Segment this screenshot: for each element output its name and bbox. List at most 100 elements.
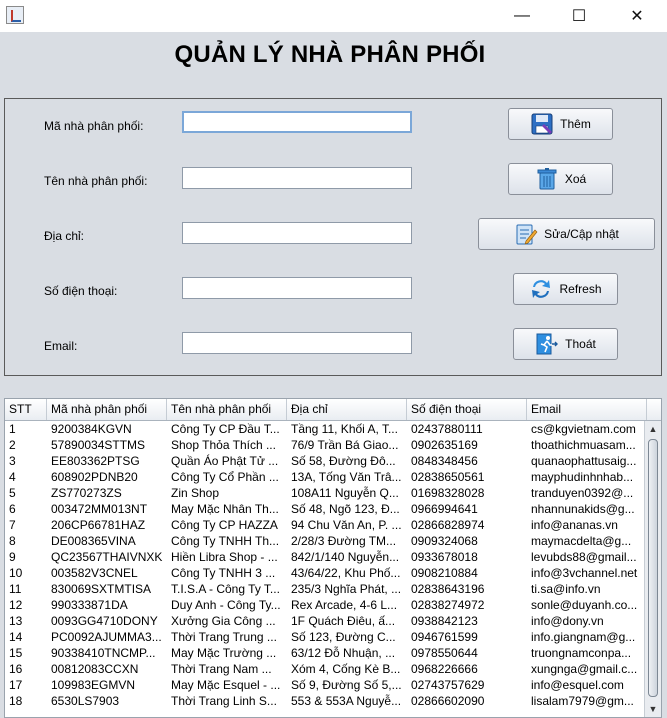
cell-email: tranduyen0392@... (531, 486, 634, 500)
sdt-label: Số điện thoại: (44, 284, 118, 298)
cell-stt: 6 (9, 502, 16, 516)
cell-sdt: 0968226666 (411, 662, 478, 676)
table-row[interactable]: 8 DE008365VINA Công Ty TNHH Th... 2/28/3 Đư… (5, 533, 645, 549)
table-row[interactable]: 18 6530LS7903 Thời Trang Linh S... 553 & 55… (5, 693, 645, 709)
table-row[interactable]: 11 830069SXTMTISA T.I.S.A - Công Ty T... 23… (5, 581, 645, 597)
cell-email: mayphudinhnhab... (531, 470, 634, 484)
cell-email: info@3vchannel.net (531, 566, 638, 580)
cell-email: xungnga@gmail.c... (531, 662, 638, 676)
cell-ten: T.I.S.A - Công Ty T... (171, 582, 280, 596)
table-row[interactable]: 14 PC0092AJUMMA3... Thời Trang Trung ... Số… (5, 629, 645, 645)
cell-ma: EE803362PTSG (51, 454, 140, 468)
column-header-email[interactable]: Email (527, 399, 647, 420)
scroll-up-icon[interactable]: ▲ (646, 422, 660, 436)
cell-diachi: 235/3 Nghĩa Phát, ... (291, 582, 402, 596)
cell-email: sonle@duyanh.co... (531, 598, 638, 612)
diachi-input[interactable] (182, 222, 412, 244)
table-row[interactable]: 7 206CP66781HAZ Công Ty CP HAZZA 94 Chu Văn… (5, 517, 645, 533)
email-input[interactable] (182, 332, 412, 354)
cell-ma: 0093GG4710DONY (51, 614, 158, 628)
column-header-stt[interactable]: STT (5, 399, 47, 420)
cell-ten: May Mặc Nhân Th... (171, 502, 279, 516)
sdt-input[interactable] (182, 277, 412, 299)
cell-email: maymacdelta@g... (531, 534, 632, 548)
refresh-button[interactable]: Refresh (513, 273, 618, 305)
table-row[interactable]: 9 QC23567THAIVNXK Hiền Libra Shop - ... 842… (5, 549, 645, 565)
vertical-scrollbar[interactable]: ▲ ▼ (644, 421, 661, 717)
cell-ten: Quần Áo Phật Tử ... (171, 454, 279, 468)
cell-diachi: Số 48, Ngõ 123, Đ... (291, 502, 400, 516)
diachi-label: Địa chỉ: (44, 229, 85, 243)
exit-button[interactable]: Thoát (513, 328, 618, 360)
cell-sdt: 0946761599 (411, 630, 478, 644)
cell-stt: 1 (9, 422, 16, 436)
cell-ten: Công Ty Cổ Phần ... (171, 470, 279, 484)
cell-ten: Công Ty TNHH 3 ... (171, 566, 276, 580)
cell-sdt: 0902635169 (411, 438, 478, 452)
table-row[interactable]: 6 003472MM013NT May Mặc Nhân Th... Số 48, N… (5, 501, 645, 517)
cell-ten: Duy Anh - Công Ty... (171, 598, 281, 612)
table-row[interactable]: 13 0093GG4710DONY Xưởng Gia Công ... 1F Quá… (5, 613, 645, 629)
delete-button[interactable]: Xoá (508, 163, 613, 195)
cell-ten: Thời Trang Linh S... (171, 694, 277, 708)
table-row[interactable]: 12 990333871DA Duy Anh - Công Ty... Rex Arc… (5, 597, 645, 613)
maximize-button[interactable]: ☐ (556, 0, 602, 32)
cell-stt: 8 (9, 534, 16, 548)
table-row[interactable]: 4 608902PDNB20 Công Ty Cổ Phần ... 13A, Tốn… (5, 469, 645, 485)
cell-stt: 16 (9, 662, 23, 676)
table-row[interactable]: 3 EE803362PTSG Quần Áo Phật Tử ... Số 58, Đ… (5, 453, 645, 469)
cell-email: quanaophattusaig... (531, 454, 637, 468)
table-row[interactable]: 2 57890034STTMS Shop Thỏa Thích ... 76/9 Tr… (5, 437, 645, 453)
cell-diachi: Rex Arcade, 4-6 L... (291, 598, 398, 612)
cell-ten: Công Ty TNHH Th... (171, 534, 280, 548)
cell-ten: Thời Trang Nam ... (171, 662, 272, 676)
ten-input[interactable] (182, 167, 412, 189)
cell-stt: 4 (9, 470, 16, 484)
table-row[interactable]: 5 ZS770273ZS Zin Shop 108A11 Nguyễn Q... 016… (5, 485, 645, 501)
cell-stt: 12 (9, 598, 23, 612)
cell-sdt: 0909324068 (411, 534, 478, 548)
refresh-button-label: Refresh (559, 282, 602, 296)
cell-ma: 830069SXTMTISA (51, 582, 152, 596)
close-button[interactable]: ✕ (614, 0, 660, 32)
add-button[interactable]: Thêm (508, 108, 613, 140)
delete-button-label: Xoá (564, 172, 587, 186)
cell-ma: 6530LS7903 (51, 694, 120, 708)
cell-sdt: 0978550644 (411, 646, 478, 660)
column-header-ma[interactable]: Mã nhà phân phối (47, 399, 167, 420)
cell-stt: 10 (9, 566, 23, 580)
cell-sdt: 0933678018 (411, 550, 478, 564)
cell-sdt: 02743757629 (411, 678, 485, 692)
title-bar: — ☐ ✕ (0, 0, 667, 32)
cell-ten: Công Ty CP Đầu T... (171, 422, 280, 436)
cell-ma: QC23567THAIVNXK (51, 550, 163, 564)
column-header-sdt[interactable]: Số điện thoại (407, 399, 527, 420)
add-button-label: Thêm (560, 117, 591, 131)
ma-input[interactable] (182, 111, 412, 133)
cell-sdt: 01698328028 (411, 486, 485, 500)
cell-diachi: 76/9 Trần Bá Giao... (291, 438, 399, 452)
scroll-thumb[interactable] (648, 439, 658, 697)
distributor-form-panel: Mã nhà phân phối: Tên nhà phân phối: Địa… (4, 98, 662, 376)
scroll-down-icon[interactable]: ▼ (646, 702, 660, 716)
table-row[interactable]: 16 00812083CCXN Thời Trang Nam ... Xóm 4, C… (5, 661, 645, 677)
cell-diachi: Xóm 4, Cống Kè B... (291, 662, 401, 676)
column-header-diachi[interactable]: Địa chỉ (287, 399, 407, 420)
cell-email: info@esquel.com (531, 678, 624, 692)
page-title: QUẢN LÝ NHÀ PHÂN PHỐI (174, 41, 486, 68)
cell-diachi: 2/28/3 Đường TM... (291, 534, 397, 548)
column-header-ten[interactable]: Tên nhà phân phối (167, 399, 287, 420)
cell-sdt: 02866828974 (411, 518, 485, 532)
table-row[interactable]: 15 90338410TNCMP... May Mặc Trường ... 63/1… (5, 645, 645, 661)
table-row[interactable]: 10 003582V3CNEL Công Ty TNHH 3 ... 43/64/22… (5, 565, 645, 581)
ma-label: Mã nhà phân phối: (44, 119, 144, 133)
cell-ma: 990333871DA (51, 598, 128, 612)
cell-ma: 003582V3CNEL (51, 566, 138, 580)
cell-diachi: Số 58, Đường Đô... (291, 454, 396, 468)
table-row[interactable]: 17 109983EGMVN May Mặc Esquel - ... Số 9, Đ… (5, 677, 645, 693)
cell-diachi: 1F Quách Điêu, ấ... (291, 614, 396, 628)
minimize-button[interactable]: — (499, 0, 545, 32)
update-button[interactable]: Sửa/Cập nhật (478, 218, 655, 250)
cell-email: info@ananas.vn (531, 518, 618, 532)
table-row[interactable]: 1 9200384KGVN Công Ty CP Đầu T... Tầng 11, … (5, 421, 645, 437)
